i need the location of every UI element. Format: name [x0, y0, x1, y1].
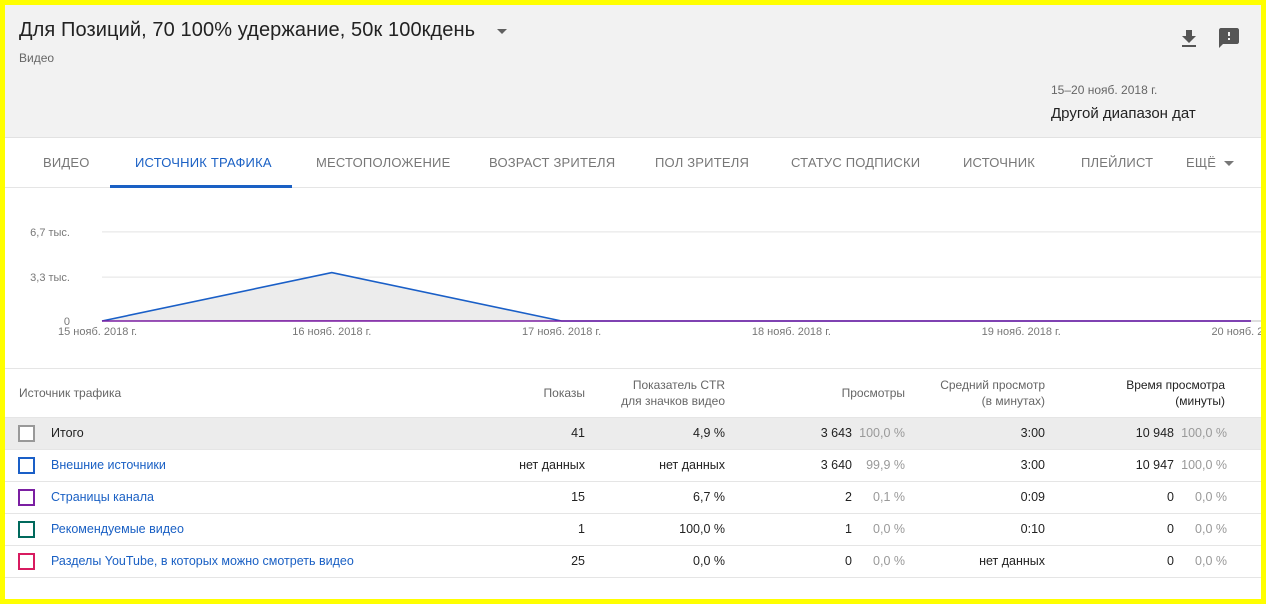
x-tick-label: 15 нояб. 2018 г. — [58, 326, 137, 338]
report-subtitle: Видео — [19, 51, 55, 65]
row-avg-view: 0:10 — [1020, 522, 1045, 536]
header-ctr-line1: Показатель CTR — [632, 378, 725, 392]
tab-subscription-status[interactable]: Статус подписки — [791, 138, 920, 188]
table-row: Внешние источники нет данных нет данных 3 6… — [5, 450, 1261, 482]
row-ctr: 4,9 % — [693, 426, 725, 440]
table-row: Разделы YouTube, в которых можно смотрет… — [5, 546, 1261, 578]
row-watch-percent: 0,0 % — [1195, 554, 1227, 568]
row-source-name: Итого — [51, 426, 84, 440]
row-ctr: 6,7 % — [693, 490, 725, 504]
row-watch-percent: 0,0 % — [1195, 522, 1227, 536]
row-watch-time: 10 947 — [1135, 458, 1174, 472]
header-avg-line2: (в минутах) — [981, 394, 1045, 408]
row-source-name[interactable]: Рекомендуемые видео — [51, 514, 184, 545]
report-title: Для Позиций, 70 100% удержание, 50к 100к… — [19, 19, 476, 41]
row-checkbox[interactable] — [18, 425, 35, 442]
table-row-total: Итого 41 4,9 % 3 643 100,0 % 3:00 10 948 100,0 … — [5, 418, 1261, 450]
header-views: Просмотры — [841, 386, 905, 400]
y-tick-label: 6,7 тыс. — [30, 227, 70, 239]
table-body: Итого 41 4,9 % 3 643 100,0 % 3:00 10 948 100,0 … — [5, 418, 1261, 578]
header-avg-view: Средний просмотр (в минутах) — [940, 377, 1045, 409]
row-ctr: нет данных — [659, 458, 725, 472]
series-area — [102, 272, 1251, 321]
row-watch-time: 0 — [1167, 554, 1174, 568]
chevron-down-icon[interactable] — [497, 29, 508, 34]
analytics-panel: Для Позиций, 70 100% удержание, 50к 100к… — [5, 5, 1261, 599]
header-watch-line1: Время просмотра — [1126, 378, 1225, 392]
x-tick-label: 18 нояб. 2018 г. — [752, 326, 831, 338]
tab-viewer-gender[interactable]: Пол зрителя — [655, 138, 749, 188]
row-views-percent: 0,1 % — [873, 490, 905, 504]
row-watch-percent: 100,0 % — [1181, 426, 1227, 440]
tab-playlist[interactable]: Плейлист — [1081, 138, 1153, 188]
row-watch-time: 0 — [1167, 490, 1174, 504]
traffic-chart: 0 3,3 тыс. 6,7 тыс. 15 нояб. 2018 г. 16 нояб… — [5, 188, 1261, 368]
row-avg-view: 3:00 — [1020, 426, 1045, 440]
header-ctr: Показатель CTR для значков видео — [621, 377, 725, 409]
row-source-name[interactable]: Разделы YouTube, в которых можно смотрет… — [51, 546, 354, 577]
row-checkbox[interactable] — [18, 489, 35, 506]
row-watch-percent: 0,0 % — [1195, 490, 1227, 504]
x-tick-label: 17 нояб. 2018 г. — [522, 326, 601, 338]
tab-more-label: Ещё — [1186, 155, 1217, 170]
report-header: Для Позиций, 70 100% удержание, 50к 100к… — [5, 5, 1261, 138]
traffic-table: Источник трафика Показы Показатель CTR д… — [5, 368, 1261, 578]
row-checkbox[interactable] — [18, 521, 35, 538]
row-ctr: 100,0 % — [679, 522, 725, 536]
row-views: 3 643 — [820, 426, 852, 440]
row-views-percent: 99,9 % — [866, 458, 905, 472]
row-watch-time: 0 — [1167, 522, 1174, 536]
x-tick-label: 20 нояб. 2018 г. — [1211, 326, 1261, 338]
table-header: Источник трафика Показы Показатель CTR д… — [5, 368, 1261, 418]
row-views-percent: 0,0 % — [873, 522, 905, 536]
row-views-percent: 100,0 % — [859, 426, 905, 440]
y-tick-label: 3,3 тыс. — [30, 272, 70, 284]
tab-bar: Видео Источник трафика Местоположение Во… — [5, 138, 1261, 188]
header-avg-line1: Средний просмотр — [940, 378, 1045, 392]
header-ctr-line2: для значков видео — [621, 394, 725, 408]
row-source-name[interactable]: Страницы канала — [51, 482, 154, 513]
download-icon[interactable] — [1177, 27, 1201, 51]
chart-canvas: 03,3 тыс.6,7 тыс.15 нояб. 2018 г. 16 нояб… — [30, 227, 1261, 338]
row-impressions: нет данных — [519, 458, 585, 472]
header-impressions: Показы — [543, 386, 585, 400]
header-watch-time[interactable]: Время просмотра (минуты) — [1126, 377, 1225, 409]
row-impressions: 25 — [571, 554, 585, 568]
tab-location[interactable]: Местоположение — [316, 138, 450, 188]
tab-viewer-age[interactable]: Возраст зрителя — [489, 138, 615, 188]
report-title-row[interactable]: Для Позиций, 70 100% удержание, 50к 100к… — [19, 19, 508, 42]
row-checkbox[interactable] — [18, 553, 35, 570]
table-row: Страницы канала 15 6,7 % 2 0,1 % 0:09 0 0,0 % — [5, 482, 1261, 514]
tab-traffic-source[interactable]: Источник трафика — [135, 138, 272, 188]
row-avg-view: 3:00 — [1020, 458, 1045, 472]
header-source: Источник трафика — [19, 386, 122, 400]
row-views: 0 — [845, 554, 852, 568]
date-caption: 15–20 нояб. 2018 г. — [1051, 83, 1158, 97]
x-tick-label: 16 нояб. 2018 г. — [292, 326, 371, 338]
tab-source[interactable]: Источник — [963, 138, 1035, 188]
row-views: 2 — [845, 490, 852, 504]
x-tick-label: 19 нояб. 2018 г. — [982, 326, 1061, 338]
row-views: 1 — [845, 522, 852, 536]
plot-area — [101, 271, 1251, 322]
row-source-name[interactable]: Внешние источники — [51, 450, 166, 481]
row-watch-time: 10 948 — [1135, 426, 1174, 440]
row-impressions: 1 — [578, 522, 585, 536]
header-watch-line2: (минуты) — [1175, 394, 1225, 408]
feedback-icon[interactable] — [1217, 26, 1241, 50]
chevron-down-icon — [1224, 161, 1235, 167]
row-avg-view: 0:09 — [1020, 490, 1045, 504]
table-row: Рекомендуемые видео 1 100,0 % 1 0,0 % 0:10 0 0,… — [5, 514, 1261, 546]
row-views-percent: 0,0 % — [873, 554, 905, 568]
tab-video[interactable]: Видео — [43, 138, 90, 188]
row-ctr: 0,0 % — [693, 554, 725, 568]
row-checkbox[interactable] — [18, 457, 35, 474]
tab-more[interactable]: Ещё — [1186, 138, 1235, 188]
row-watch-percent: 100,0 % — [1181, 458, 1227, 472]
row-impressions: 41 — [571, 426, 585, 440]
row-avg-view: нет данных — [979, 554, 1045, 568]
row-impressions: 15 — [571, 490, 585, 504]
row-views: 3 640 — [820, 458, 852, 472]
date-range-selector[interactable]: Другой диапазон дат — [1051, 105, 1196, 122]
